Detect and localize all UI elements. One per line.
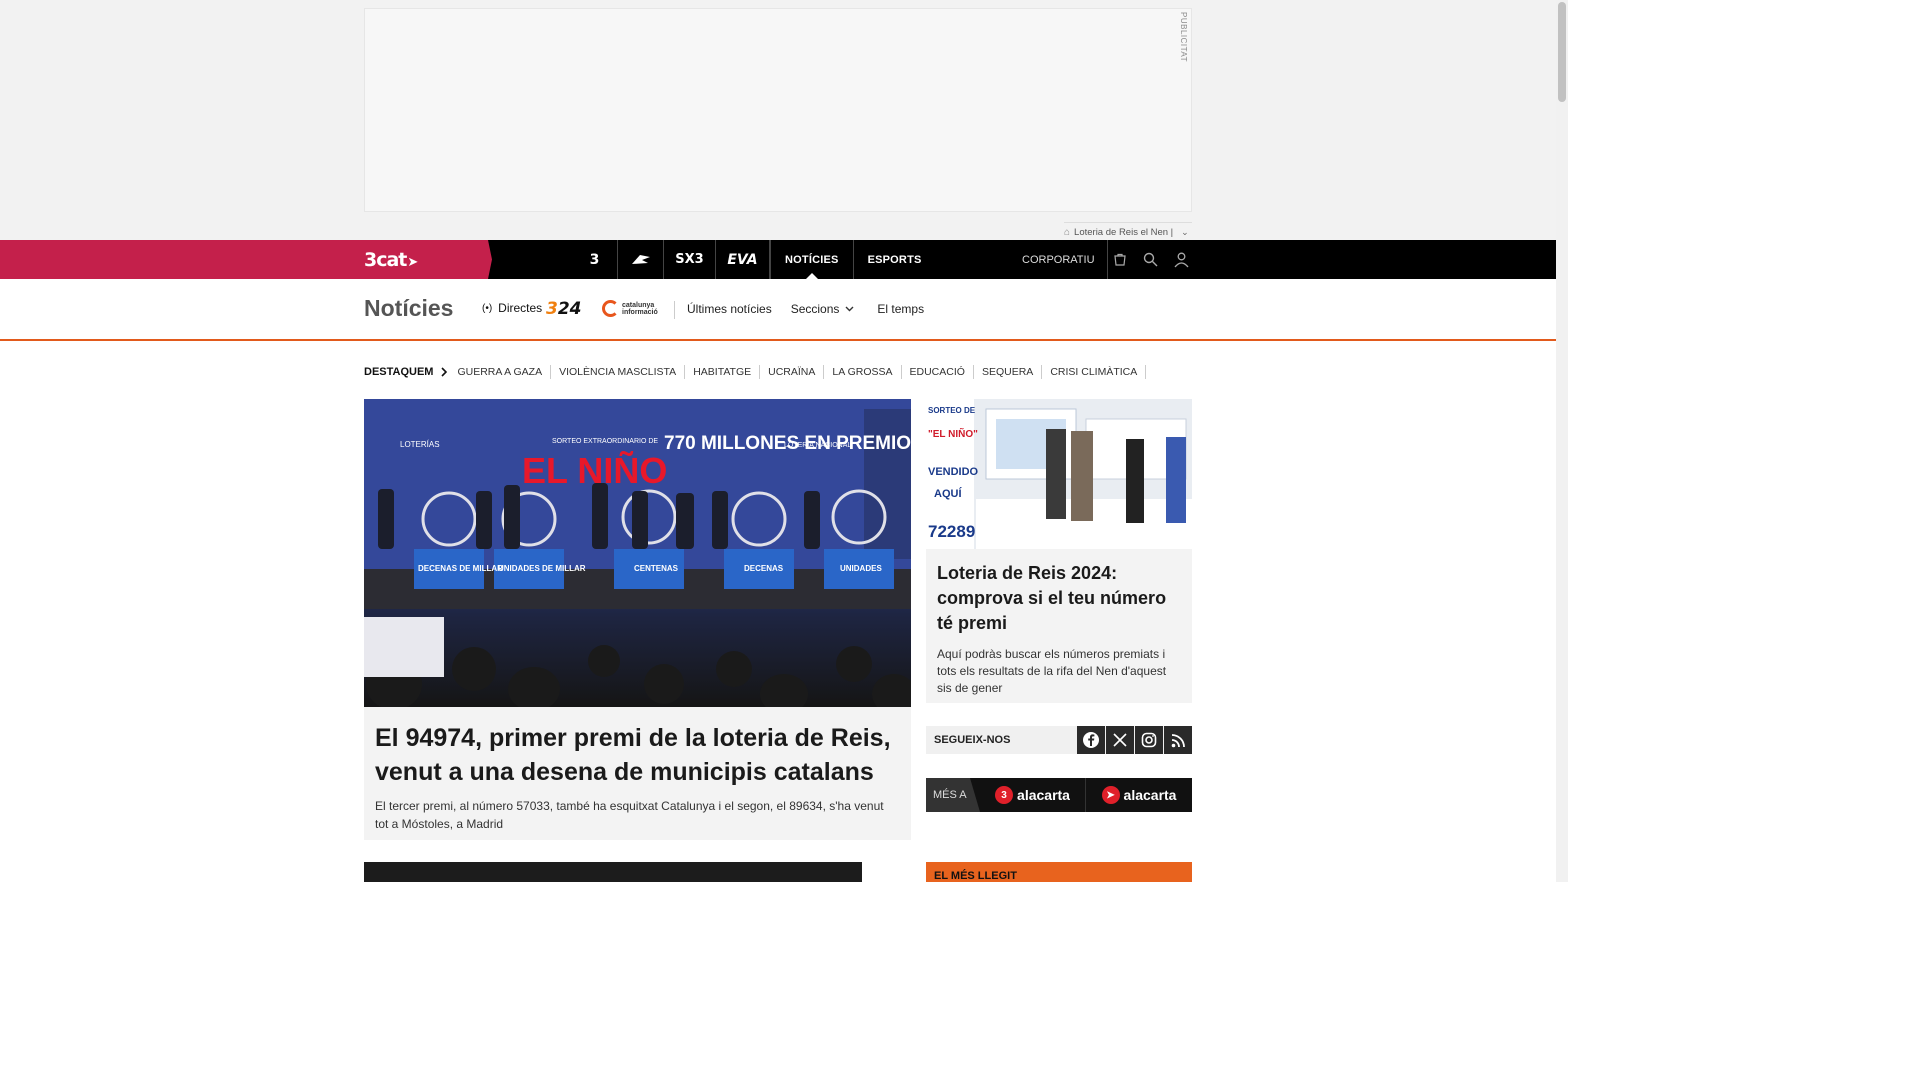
- svg-text:CENTENAS: CENTENAS: [634, 564, 679, 573]
- svg-text:DECENAS DE MILLAR: DECENAS DE MILLAR: [418, 564, 503, 573]
- nav-corporatiu[interactable]: CORPORATIU: [1010, 240, 1108, 279]
- svg-text:SORTEO EXTRAORDINARIO DE: SORTEO EXTRAORDINARIO DE: [552, 438, 658, 445]
- promo-dropdown[interactable]: ⌂ Loteria de Reis el Nen | ⌄: [1064, 222, 1192, 238]
- tag-icon: ⌂: [1064, 226, 1071, 238]
- channel-catradio[interactable]: [618, 240, 664, 279]
- 324-logo[interactable]: 324: [546, 299, 582, 319]
- play-icon[interactable]: [862, 862, 911, 882]
- catradio-icon: [631, 254, 650, 264]
- tag-educacio[interactable]: EDUCACIÓ: [902, 365, 974, 379]
- tag-crisi-climatica[interactable]: CRISI CLIMÀTICA: [1042, 365, 1147, 379]
- cart-icon[interactable]: [1104, 240, 1135, 279]
- live-icon: (•): [482, 302, 493, 314]
- user-icon[interactable]: [1166, 240, 1197, 279]
- 3cat-logo[interactable]: 3cat➤: [364, 249, 418, 271]
- tv3-alacarta-link[interactable]: 3 alacarta: [980, 778, 1086, 812]
- section-header: Notícies (•) Directes 324 catalunya infor…: [0, 279, 1556, 341]
- ad-banner[interactable]: [364, 8, 1192, 212]
- svg-text:LOTERÍAS: LOTERÍAS: [400, 440, 440, 449]
- destaquem-bar: DESTAQUEM GUERRA A GAZA VIOLÈNCIA MASCLI…: [364, 363, 1147, 381]
- scrollbar[interactable]: [1556, 0, 1568, 882]
- scrollbar-thumb[interactable]: [1558, 2, 1566, 102]
- link-ultimes-noticies[interactable]: Últimes notícies: [687, 302, 772, 316]
- most-read-header: EL MÉS LLEGIT: [926, 862, 1192, 882]
- alacarta-more-label: MÉS A: [926, 778, 980, 812]
- top-navigation: 3cat➤ 3 SX3 EVA NOTÍCIES ESPORTS CORPORA…: [0, 240, 1556, 279]
- chevron-down-icon: ⌄: [1181, 226, 1189, 237]
- catradio-alacarta-link[interactable]: ➤ alacarta: [1086, 778, 1192, 812]
- directes-link[interactable]: (•) Directes: [482, 301, 542, 315]
- link-el-temps[interactable]: El temps: [877, 302, 924, 316]
- lottery-draw-photo: SORTEO EXTRAORDINARIO DE EL NIÑO 770 MIL…: [364, 399, 911, 707]
- svg-text:DECENAS: DECENAS: [744, 564, 784, 573]
- facebook-icon[interactable]: [1077, 726, 1105, 754]
- nav-noticies[interactable]: NOTÍCIES: [770, 240, 853, 279]
- tag-la-grossa[interactable]: LA GROSSA: [824, 365, 902, 379]
- divider: [674, 301, 675, 319]
- tv3-badge-icon: 3: [995, 786, 1014, 804]
- seccions-dropdown[interactable]: Seccions: [791, 302, 855, 316]
- rss-icon[interactable]: [1164, 726, 1192, 754]
- section-links: Últimes notícies Seccions El temps: [687, 302, 924, 316]
- svg-text:UNIDADES: UNIDADES: [840, 564, 882, 573]
- x-icon[interactable]: [1106, 726, 1134, 754]
- tag-sequera[interactable]: SEQUERA: [974, 365, 1043, 379]
- search-icon[interactable]: [1135, 240, 1166, 279]
- promo-text: Loteria de Reis el Nen |: [1074, 226, 1174, 238]
- channel-tv3[interactable]: 3: [572, 240, 618, 279]
- tag-ucraina[interactable]: UCRAÏNA: [760, 365, 825, 379]
- svg-text:AQUÍ: AQUÍ: [934, 487, 962, 500]
- svg-text:UNIDADES DE MILLAR: UNIDADES DE MILLAR: [498, 564, 586, 573]
- follow-us-label: SEGUEIX-NOS: [934, 734, 1011, 746]
- svg-text:VENDIDO: VENDIDO: [928, 466, 979, 478]
- main-story-headline[interactable]: El 94974, primer premi de la loteria de …: [375, 721, 900, 789]
- catalunya-informacio-logo[interactable]: catalunya informació: [602, 300, 658, 317]
- instagram-icon[interactable]: [1135, 726, 1163, 754]
- destaquem-label[interactable]: DESTAQUEM: [364, 366, 448, 378]
- channel-sx3[interactable]: SX3: [664, 240, 716, 279]
- ad-label: PUBLICITAT: [1179, 12, 1188, 63]
- svg-text:"EL NIÑO": "EL NIÑO": [928, 427, 978, 440]
- main-story-card[interactable]: El 94974, primer premi de la loteria de …: [364, 707, 911, 840]
- side-story-summary: Aquí podràs buscar els números premiats …: [937, 647, 1167, 695]
- svg-text:72289: 72289: [928, 522, 975, 541]
- alacarta-bar: MÉS A 3 alacarta ➤ alacarta: [926, 778, 1192, 812]
- channel-list: 3 SX3 EVA NOTÍCIES ESPORTS: [572, 240, 936, 279]
- catradio-badge-icon: ➤: [1101, 786, 1120, 804]
- svg-text:LOTERÍA NACIONAL: LOTERÍA NACIONAL: [784, 440, 851, 449]
- nav-esports[interactable]: ESPORTS: [852, 240, 936, 279]
- channel-eva[interactable]: EVA: [716, 240, 770, 279]
- advertising-zone: PUBLICITAT ⌂ Loteria de Reis el Nen | ⌄: [0, 0, 1556, 240]
- side-story-image[interactable]: SORTEO DE "EL NIÑO" VENDIDO AQUÍ 72289: [926, 399, 1192, 549]
- tag-habitatge[interactable]: HABITATGE: [685, 365, 761, 379]
- tag-guerra-gaza[interactable]: GUERRA A GAZA: [457, 365, 552, 379]
- nav-icons: [1104, 240, 1197, 279]
- follow-us-bar: SEGUEIX-NOS: [926, 726, 1192, 754]
- tag-violencia-masclista[interactable]: VIOLÈNCIA MASCLISTA: [551, 365, 686, 379]
- brand-block: [0, 240, 492, 279]
- chevron-right-icon: [441, 367, 448, 377]
- main-story-image[interactable]: SORTEO EXTRAORDINARIO DE EL NIÑO 770 MIL…: [364, 399, 911, 707]
- svg-text:SORTEO DE: SORTEO DE: [928, 406, 976, 415]
- chevron-down-icon: [845, 306, 854, 312]
- lottery-shop-photo: SORTEO DE "EL NIÑO" VENDIDO AQUÍ 72289: [926, 399, 1192, 549]
- main-story-summary: El tercer premi, al número 57033, també …: [375, 799, 884, 831]
- page-title[interactable]: Notícies: [364, 295, 453, 322]
- side-story-card[interactable]: Loteria de Reis 2024: comprova si el teu…: [926, 549, 1192, 703]
- catinfo-icon: [602, 300, 619, 317]
- video-story-strip[interactable]: [364, 862, 911, 882]
- side-story-headline[interactable]: Loteria de Reis 2024: comprova si el teu…: [937, 561, 1181, 636]
